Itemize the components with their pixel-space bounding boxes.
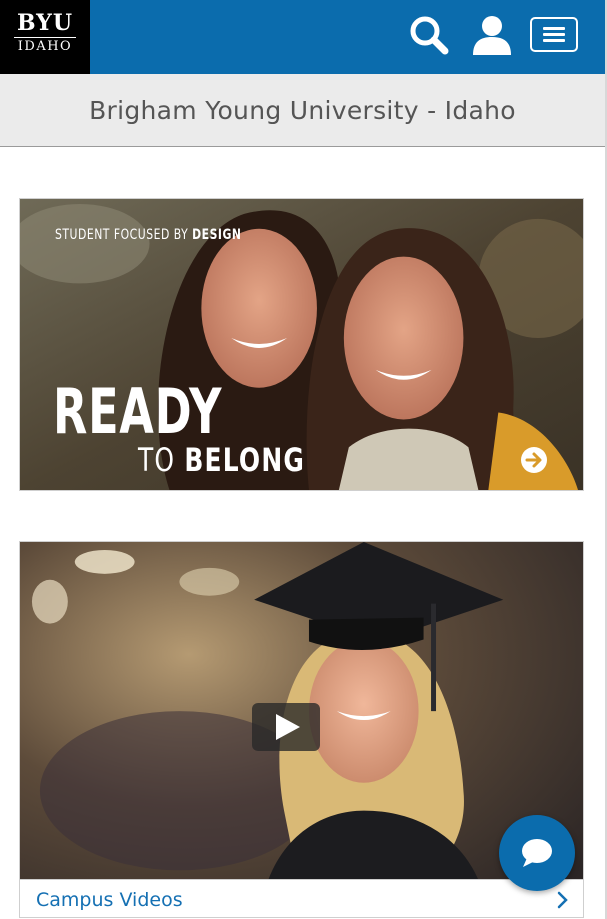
top-header: BYU IDAHO <box>0 0 605 74</box>
play-video-button[interactable] <box>252 703 320 751</box>
hamburger-icon-bar <box>543 39 565 42</box>
search-icon <box>410 16 449 55</box>
menu-button[interactable] <box>530 17 578 52</box>
hamburger-icon-bar <box>543 27 565 30</box>
arrow-right-circle-icon[interactable] <box>520 446 548 474</box>
logo-text-idaho: IDAHO <box>17 39 73 54</box>
user-icon <box>473 16 511 55</box>
hero-subhead-belong: BELONG <box>184 441 306 479</box>
chevron-right-icon <box>557 891 568 909</box>
campus-videos-label: Campus Videos <box>36 889 183 911</box>
hero-tagline-text: STUDENT FOCUSED <box>55 227 170 243</box>
search-button[interactable] <box>408 14 450 61</box>
logo-divider <box>14 37 76 38</box>
hero-banner[interactable]: STUDENT FOCUSED BY DESIGN READY TO BELON… <box>19 198 584 491</box>
play-icon <box>276 714 300 740</box>
hero-subheadline: TO BELONG <box>138 444 305 476</box>
hero-tagline: STUDENT FOCUSED BY DESIGN <box>55 227 241 243</box>
account-button[interactable] <box>470 14 514 61</box>
page-title: Brigham Young University - Idaho <box>89 96 516 125</box>
logo-text-byu: BYU <box>16 10 74 36</box>
hero-headline: READY <box>53 375 223 448</box>
hero-subhead-to: TO <box>138 441 185 479</box>
hero-tagline-design: DESIGN <box>192 227 242 243</box>
site-title-bar: Brigham Young University - Idaho <box>0 74 605 147</box>
hero-tagline-by: BY <box>169 227 193 243</box>
hamburger-icon-bar <box>543 33 565 36</box>
chat-button[interactable] <box>499 815 575 891</box>
chat-bubble-icon <box>522 839 552 867</box>
byu-idaho-logo[interactable]: BYU IDAHO <box>0 0 90 74</box>
